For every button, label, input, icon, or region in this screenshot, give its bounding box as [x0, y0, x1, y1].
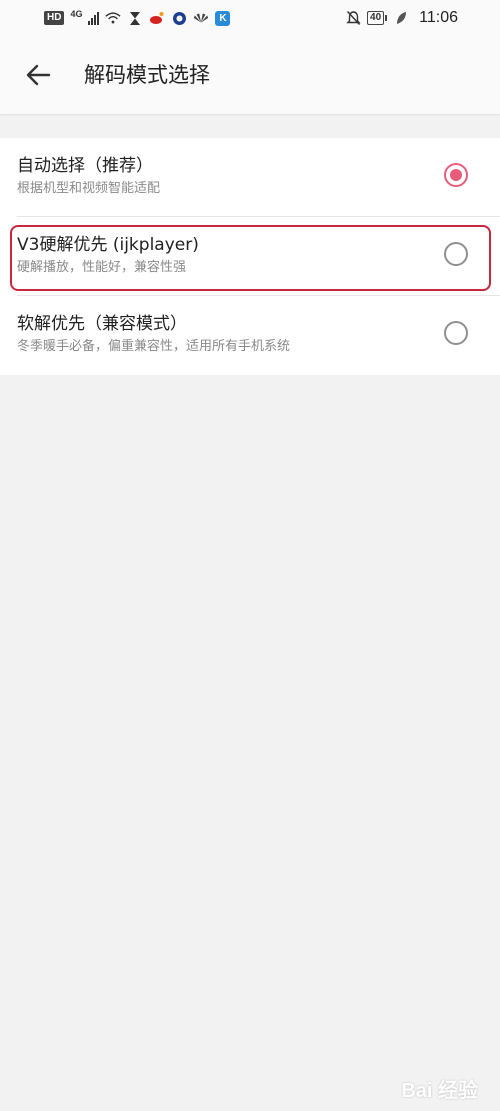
radio-button[interactable]	[444, 321, 468, 345]
option-label: 软解优先（兼容模式）	[17, 314, 187, 334]
option-description: 硬解播放，性能好，兼容性强	[17, 260, 187, 275]
radio-button[interactable]	[444, 242, 468, 266]
status-bar: HD 4G K 40 11:06	[0, 0, 500, 36]
arrow-left-icon	[26, 64, 51, 86]
hd-badge: HD	[44, 11, 65, 25]
leaf-icon	[393, 10, 409, 26]
watermark-logo: Bai 经验	[401, 1080, 478, 1102]
hourglass-icon	[127, 10, 143, 26]
wifi-icon	[105, 10, 122, 26]
radio-button-selected[interactable]	[444, 163, 468, 187]
app-bar: 解码模式选择	[0, 36, 500, 114]
option-label: V3硬解优先 (ijkplayer)	[17, 235, 199, 255]
battery-icon: 40	[367, 11, 388, 25]
option-auto[interactable]: 自动选择（推荐） 根据机型和视频智能适配	[0, 138, 500, 216]
decode-mode-list: 自动选择（推荐） 根据机型和视频智能适配 V3硬解优先 (ijkplayer) …	[0, 138, 500, 375]
status-right: 40 11:06	[345, 9, 458, 27]
weibo-icon	[149, 10, 165, 26]
k-app-icon: K	[215, 10, 231, 26]
page-title: 解码模式选择	[84, 63, 210, 87]
mute-bell-icon	[345, 10, 361, 26]
status-left: HD 4G K	[44, 8, 231, 27]
back-button[interactable]	[22, 59, 54, 91]
radio-dot	[450, 169, 462, 181]
option-hardware[interactable]: V3硬解优先 (ijkplayer) 硬解播放，性能好，兼容性强	[0, 217, 500, 295]
circle-app-icon	[171, 10, 187, 26]
clock: 11:06	[419, 9, 458, 26]
network-type: 4G	[70, 8, 83, 19]
option-description: 根据机型和视频智能适配	[17, 181, 161, 196]
option-software[interactable]: 软解优先（兼容模式） 冬季暖手必备，偏重兼容性，适用所有手机系统	[0, 296, 500, 374]
signal-icon	[88, 11, 100, 25]
option-description: 冬季暖手必备，偏重兼容性，适用所有手机系统	[17, 339, 291, 354]
huawei-icon	[193, 10, 209, 26]
option-label: 自动选择（推荐）	[17, 156, 153, 176]
